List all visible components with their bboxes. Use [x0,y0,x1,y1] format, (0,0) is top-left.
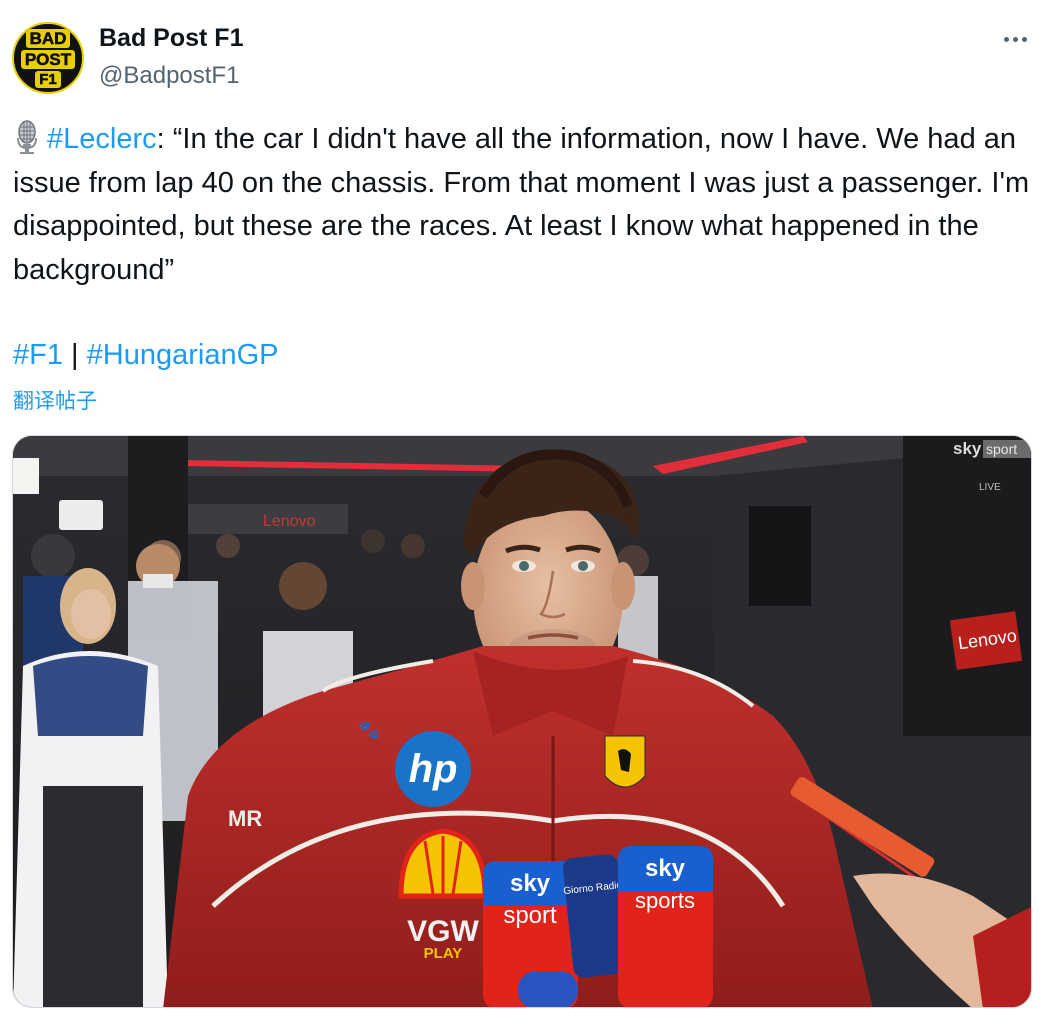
mic3-sports: sports [635,888,695,913]
hashtag-separator: | [71,339,79,371]
tweet-media-image[interactable]: Lenovo Lenovo sky sport LIVE hp VGW PLAY… [12,435,1032,1008]
avatar-text-line-1: BAD [25,28,71,48]
interview-photo: Lenovo Lenovo sky sport LIVE hp VGW PLAY… [13,436,1031,1007]
hashtag-hungariangp[interactable]: #HungarianGP [87,339,279,371]
tweet-text: #Leclerc: “In the car I didn't have all … [13,118,1043,292]
more-options-icon[interactable] [998,28,1032,50]
translate-post-link[interactable]: 翻译帖子 [13,385,97,415]
svg-text:hp: hp [409,747,458,791]
mic1-sport: sport [503,902,557,929]
hp-logo: hp [395,731,471,807]
author-handle[interactable]: @BadpostF1 [99,62,239,90]
mic1-sky: sky [510,870,551,897]
vgw-sponsor: VGW [407,915,479,948]
hashtag-f1[interactable]: #F1 [13,339,63,371]
svg-text:🐾: 🐾 [358,720,380,741]
svg-text:MR: MR [228,806,262,831]
svg-text:Lenovo: Lenovo [263,513,316,530]
tweet-quote-text: : “In the car I didn't have all the info… [13,123,1030,286]
hashtag-leclerc[interactable]: #Leclerc [47,123,157,155]
author-avatar[interactable]: BAD POST F1 [12,22,84,94]
svg-text:sport: sport [986,441,1017,457]
play-sponsor: PLAY [424,945,463,962]
avatar-text-line-2: POST [20,49,76,69]
avatar-text-line-3: F1 [35,70,61,88]
ferrari-shield-logo [604,735,646,788]
author-display-name[interactable]: Bad Post F1 [99,24,243,53]
tweet-card: BAD POST F1 Bad Post F1 @BadpostF1 #Lecl… [0,0,1062,1032]
microphone-icon [17,120,37,154]
hashtag-line: #F1 | #HungarianGP [13,334,279,377]
svg-text:sky: sky [953,439,982,458]
mic3-sky: sky [645,855,686,882]
live-label: LIVE [979,482,1001,493]
